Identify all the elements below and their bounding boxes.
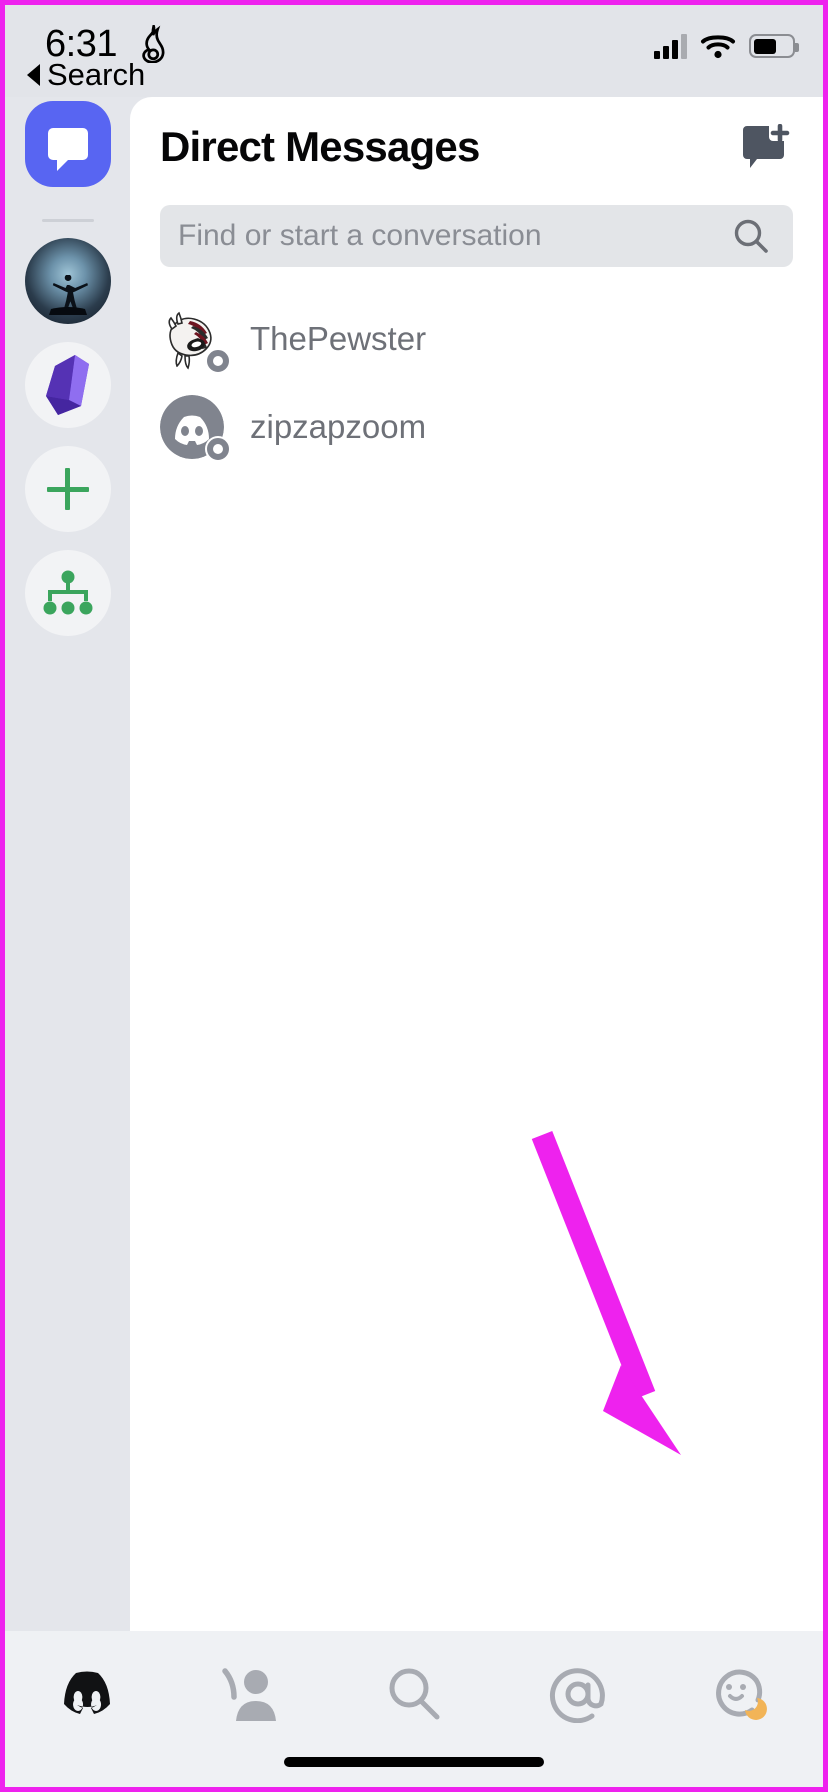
avatar (160, 307, 231, 374)
search-input[interactable] (178, 219, 683, 253)
conversation-name: zipzapzoom (250, 408, 427, 445)
tab-servers[interactable] (27, 1659, 147, 1729)
conversation-name: ThePewster (250, 320, 427, 357)
discord-logo-icon (63, 1671, 110, 1714)
search-icon (389, 1668, 440, 1720)
back-to-search-button[interactable]: Search (27, 57, 145, 93)
tab-profile[interactable] (681, 1659, 801, 1729)
dm-header: Direct Messages (130, 97, 823, 197)
new-message-icon[interactable] (739, 124, 791, 170)
direct-messages-panel: Direct Messages Find or start a conversa… (130, 97, 823, 1631)
list-item[interactable]: zipzapzoom (130, 383, 823, 471)
gem-icon (45, 355, 89, 415)
signal-bars-icon (654, 33, 687, 59)
at-mention-icon (549, 1668, 605, 1723)
list-item[interactable]: ThePewster (130, 295, 823, 383)
add-server-button[interactable] (24, 446, 111, 532)
server-purple-gem[interactable] (24, 342, 111, 428)
friends-person-icon (222, 1668, 277, 1721)
wifi-icon (701, 35, 735, 59)
search-bar[interactable] (160, 205, 793, 267)
figure-silhouette-icon (48, 274, 88, 315)
chat-bubble-icon (47, 128, 88, 171)
tab-friends[interactable] (190, 1659, 310, 1729)
rail-divider (41, 219, 94, 222)
status-badge (205, 436, 231, 462)
explore-compass-icon (43, 570, 92, 615)
home-indicator (284, 1757, 544, 1767)
search-icon (734, 219, 768, 253)
page-title: Direct Messages (160, 123, 480, 170)
status-indicators (654, 33, 799, 59)
back-triangle-icon (27, 64, 40, 86)
avatar (160, 395, 231, 462)
status-badge (205, 348, 231, 374)
direct-messages-button[interactable] (24, 101, 111, 187)
tab-mentions[interactable] (518, 1659, 638, 1729)
server-rail (5, 97, 130, 1631)
battery-icon (749, 34, 799, 58)
conversation-list: ThePewster zipzapzoom (130, 295, 823, 471)
explore-servers-button[interactable] (24, 550, 111, 636)
tab-search[interactable] (354, 1659, 474, 1729)
back-to-search-label: Search (47, 57, 146, 92)
plus-icon (46, 468, 89, 510)
phone-screen: 6:31 Search Direct Messages Find or star… (0, 0, 828, 1792)
server-moon-figure[interactable] (24, 238, 111, 324)
profile-smiley-idle-icon (716, 1669, 768, 1720)
